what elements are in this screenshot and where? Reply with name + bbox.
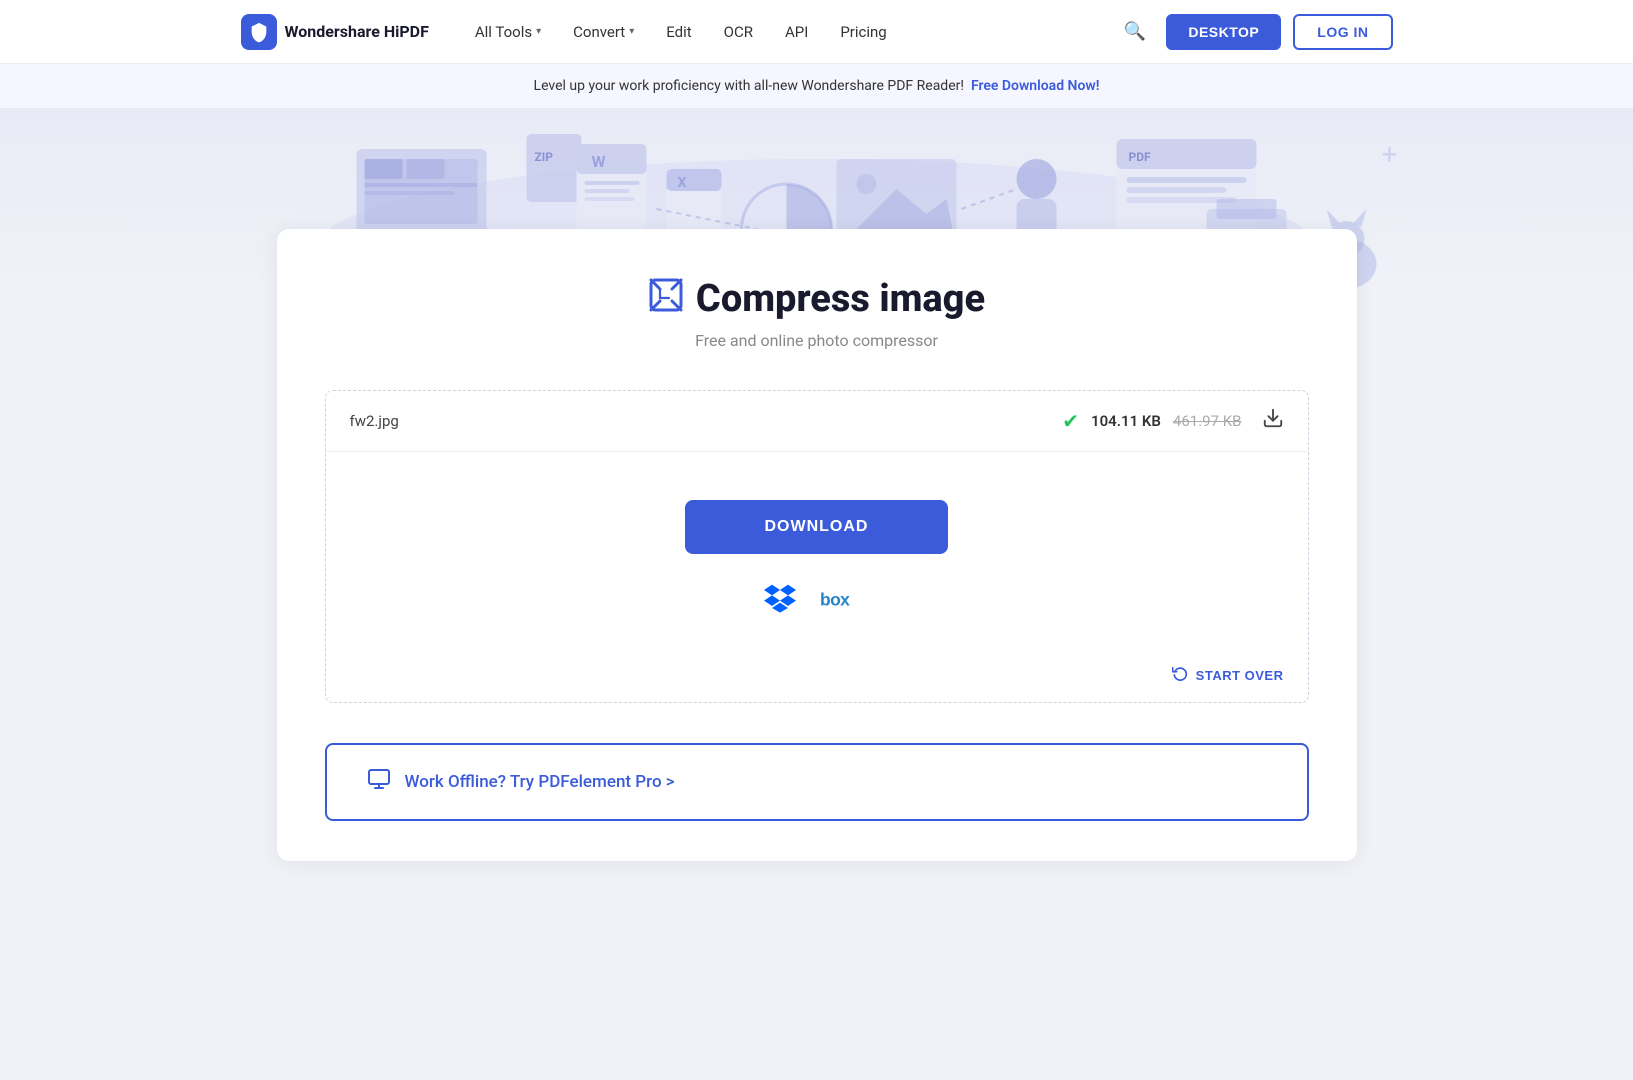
tool-subtitle: Free and online photo compressor	[695, 331, 938, 350]
chevron-down-icon: ▾	[536, 26, 541, 37]
svg-text:ZIP: ZIP	[535, 150, 554, 164]
download-arrow-icon	[1262, 412, 1284, 434]
navbar: Wondershare HiPDF All Tools ▾ Convert ▾ …	[0, 0, 1633, 64]
nav-item-api[interactable]: API	[771, 15, 822, 49]
svg-text:X: X	[678, 175, 687, 191]
monitor-icon	[367, 767, 391, 797]
nav-item-ocr[interactable]: OCR	[710, 15, 767, 49]
file-row: fw2.jpg ✔ 104.11 KB 461.97 KB	[326, 391, 1308, 452]
tool-card: Compress image Free and online photo com…	[277, 229, 1357, 861]
start-over-label: START OVER	[1196, 668, 1284, 683]
tool-title-area: Compress image Free and online photo com…	[325, 277, 1309, 350]
svg-text:PDF: PDF	[1129, 150, 1152, 164]
svg-text:W: W	[592, 152, 606, 171]
download-file-button[interactable]	[1262, 407, 1284, 435]
dropbox-icon[interactable]	[764, 582, 796, 621]
logo-text: Wondershare HiPDF	[285, 22, 429, 41]
download-button[interactable]: DOWNLOAD	[685, 500, 949, 554]
download-area: DOWNLOAD box	[326, 452, 1308, 657]
nav-item-pricing[interactable]: Pricing	[826, 15, 900, 49]
chevron-down-icon: ▾	[629, 26, 634, 37]
main-content: Compress image Free and online photo com…	[0, 289, 1633, 921]
nav-item-edit[interactable]: Edit	[652, 15, 705, 49]
nav-right: 🔍 DESKTOP LOG IN	[1116, 13, 1393, 50]
offline-banner[interactable]: Work Offline? Try PDFelement Pro >	[325, 743, 1309, 821]
desktop-button[interactable]: DESKTOP	[1166, 14, 1281, 50]
nav-item-convert[interactable]: Convert ▾	[559, 15, 648, 49]
search-button[interactable]: 🔍	[1116, 13, 1154, 50]
search-icon: 🔍	[1124, 21, 1146, 41]
tool-title-text: Compress image	[696, 277, 985, 321]
compress-icon	[648, 277, 684, 321]
success-icon: ✔	[1062, 409, 1079, 433]
banner-link[interactable]: Free Download Now!	[971, 78, 1100, 94]
svg-text:box: box	[820, 589, 850, 609]
cloud-storage-icons: box	[764, 582, 870, 621]
login-button[interactable]: LOG IN	[1293, 14, 1392, 50]
tool-title: Compress image	[648, 277, 985, 321]
refresh-icon	[1172, 665, 1188, 686]
logo-area[interactable]: Wondershare HiPDF	[241, 14, 429, 50]
nav-item-all-tools[interactable]: All Tools ▾	[461, 15, 555, 49]
svg-text:+: +	[1382, 138, 1398, 171]
file-size-info: ✔ 104.11 KB 461.97 KB	[1062, 409, 1241, 433]
file-size-new: 104.11 KB	[1091, 412, 1161, 430]
file-section: fw2.jpg ✔ 104.11 KB 461.97 KB	[325, 390, 1309, 703]
logo-icon	[241, 14, 277, 50]
promo-banner: Level up your work proficiency with all-…	[0, 64, 1633, 109]
box-icon[interactable]: box	[820, 585, 870, 618]
start-over-button[interactable]: START OVER	[1172, 665, 1284, 686]
start-over-row: START OVER	[326, 657, 1308, 702]
banner-text: Level up your work proficiency with all-…	[534, 78, 964, 94]
nav-links: All Tools ▾ Convert ▾ Edit OCR API Prici…	[461, 15, 1108, 49]
file-size-old: 461.97 KB	[1173, 412, 1242, 430]
offline-banner-text: Work Offline? Try PDFelement Pro >	[405, 772, 675, 792]
file-name: fw2.jpg	[350, 412, 1063, 430]
